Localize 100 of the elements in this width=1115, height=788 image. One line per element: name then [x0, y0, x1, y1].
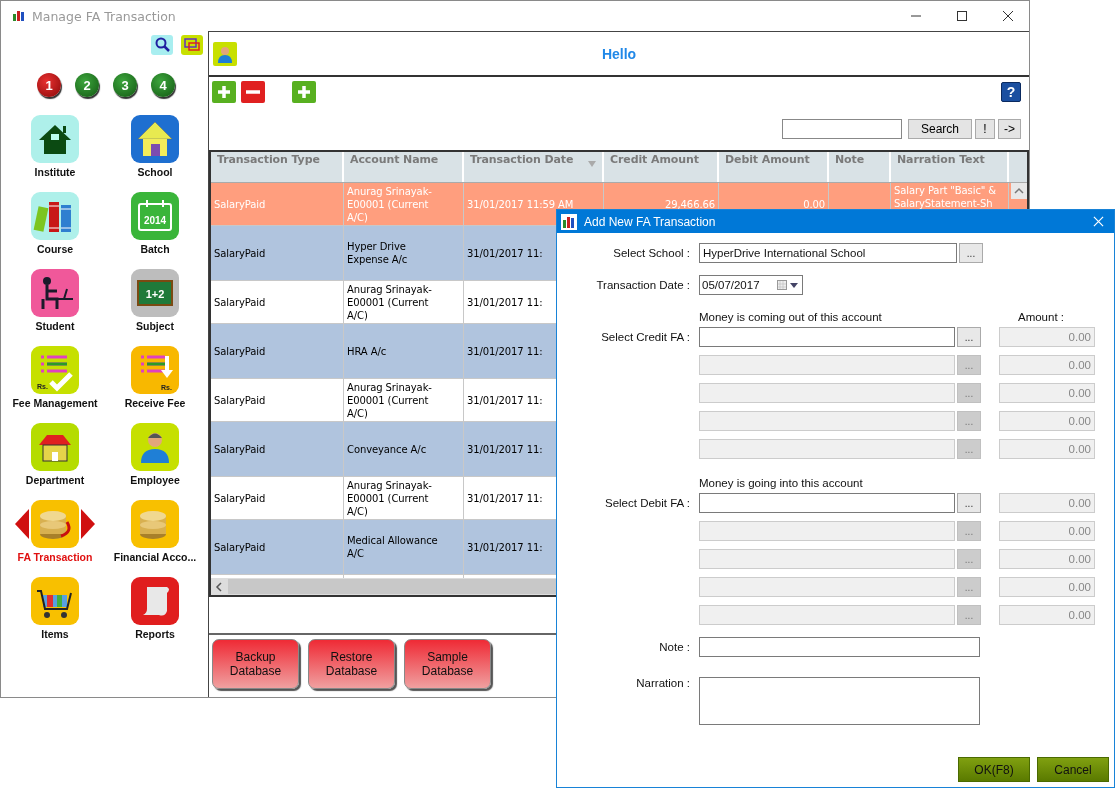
coins-icon: [31, 500, 79, 548]
amount-field[interactable]: 0.00: [999, 327, 1095, 347]
field-label: Select Debit FA :: [604, 497, 691, 509]
table-cell: SalaryPaid: [214, 344, 266, 358]
account-field[interactable]: [699, 493, 955, 513]
scroll-up-icon[interactable]: [1011, 183, 1027, 199]
greeting: Hello: [601, 45, 637, 62]
account-field[interactable]: [699, 327, 955, 347]
add-button[interactable]: [292, 81, 316, 103]
table-cell: 31/01/2017 11:: [467, 344, 543, 358]
page-button[interactable]: 4: [151, 73, 175, 97]
maximize-icon[interactable]: [957, 11, 967, 21]
window-title: Manage FA Transaction: [32, 8, 176, 24]
sidebar-item[interactable]: Course: [5, 192, 105, 269]
table-cell: 29,466.66: [665, 197, 715, 211]
table-cell: SalaryPaid: [214, 491, 266, 505]
table-cell: SalaryPaid: [214, 197, 266, 211]
app-icon: [561, 213, 577, 230]
search-button[interactable]: Search: [908, 119, 972, 139]
table-cell: 31/01/2017 11:: [467, 246, 543, 260]
table-cell: SalaryPaid: [214, 246, 266, 260]
app-icon: [13, 11, 25, 21]
table-cell: SalaryPaid: [214, 442, 266, 456]
person-at-desk-icon: [31, 269, 79, 317]
page-button[interactable]: 3: [113, 73, 137, 97]
toolbar-button[interactable]: !: [975, 119, 995, 139]
ok-button[interactable]: OK(F8): [958, 757, 1030, 782]
search-field[interactable]: [782, 119, 902, 139]
table-cell: SalaryPaid: [214, 295, 266, 309]
close-icon[interactable]: [1003, 11, 1013, 21]
chalkboard-icon: 1+2: [131, 269, 179, 317]
browse-button[interactable]: ...: [957, 493, 981, 513]
scroll-icon: [131, 577, 179, 625]
school-field[interactable]: HyperDrive International School: [699, 243, 957, 263]
right-arrow-icon: [81, 509, 95, 539]
database-button[interactable]: Sample Database: [404, 639, 491, 689]
house-icon: [131, 115, 179, 163]
toolbar-button[interactable]: ->: [998, 119, 1021, 139]
field-label: Note :: [658, 641, 691, 653]
field-label: Select School :: [612, 247, 691, 259]
cancel-button[interactable]: Cancel: [1037, 757, 1109, 782]
user-icon[interactable]: [213, 41, 237, 66]
windows-icon[interactable]: [181, 35, 203, 55]
house-icon: [31, 423, 79, 471]
section-caption: Money is coming out of this account: [699, 311, 882, 323]
table-cell: SalaryPaid: [214, 393, 266, 407]
page-button[interactable]: 2: [75, 73, 99, 97]
remove-button[interactable]: [241, 81, 265, 103]
scrollbar-thumb[interactable]: [228, 579, 558, 594]
browse-button[interactable]: ...: [957, 327, 981, 347]
note-field[interactable]: [699, 637, 980, 657]
date-picker[interactable]: 05/07/2017: [699, 275, 803, 295]
section-caption: Money is going into this account: [699, 477, 863, 489]
sidebar-item[interactable]: Department: [5, 423, 105, 500]
calendar-icon: [777, 280, 787, 290]
sidebar-item[interactable]: School: [105, 115, 205, 192]
house-icon: [31, 115, 79, 163]
add-button[interactable]: [212, 81, 236, 103]
calendar-icon: 2014: [131, 192, 179, 240]
table-cell: 31/01/2017 11:: [467, 540, 543, 554]
table-cell-text: Anurag Srinayak-E00001 (Current A/C): [347, 478, 433, 518]
cart-icon: [31, 577, 79, 625]
table-cell: 31/01/2017 11:59 AM: [467, 197, 574, 211]
sidebar-item[interactable]: 1+2 Subject: [105, 269, 205, 346]
amount-field[interactable]: 0.00: [999, 493, 1095, 513]
person-icon: [131, 423, 179, 471]
search-icon[interactable]: [151, 35, 173, 55]
left-arrow-icon: [15, 509, 29, 539]
table-cell-text: Salary Part "Basic" & SalaryStatement-Sh: [894, 184, 998, 210]
sidebar-item[interactable]: FA Transaction: [5, 500, 105, 577]
field-label: Transaction Date :: [595, 279, 691, 291]
coins-icon: [131, 500, 179, 548]
amount-label: Amount :: [1017, 311, 1064, 323]
table-cell-text: Hyper Drive Expense A/c: [347, 240, 409, 266]
sidebar-item[interactable]: Reports: [105, 577, 205, 654]
database-button[interactable]: Backup Database: [212, 639, 299, 689]
table-cell: SalaryPaid: [214, 540, 266, 554]
table-cell: HRA A/c: [347, 344, 387, 358]
sidebar-item[interactable]: Employee: [105, 423, 205, 500]
page-button[interactable]: 1: [37, 73, 61, 97]
browse-button[interactable]: ...: [959, 243, 983, 263]
field-label: Narration :: [635, 677, 691, 689]
table-cell-text: Anurag Srinayak-E00001 (Current A/C): [347, 380, 433, 420]
table-cell: 31/01/2017 11:: [467, 393, 543, 407]
table-cell: 31/01/2017 11:: [467, 295, 543, 309]
sidebar-item[interactable]: Student: [5, 269, 105, 346]
table-cell: Conveyance A/c: [347, 442, 427, 456]
table-cell-text: Anurag Srinayak-E00001 (Current A/C): [347, 184, 433, 224]
dialog-title: Add New FA Transaction: [584, 214, 716, 229]
table-cell: 0.00: [803, 197, 825, 211]
sidebar-item[interactable]: Items: [5, 577, 105, 654]
sidebar-item[interactable]: Institute: [5, 115, 105, 192]
help-button[interactable]: ?: [1001, 82, 1021, 102]
narration-field[interactable]: [699, 677, 980, 725]
sidebar-item[interactable]: Financial Acco...: [105, 500, 205, 577]
table-cell-text: Medical Allowance A/C: [347, 534, 439, 560]
database-button[interactable]: Restore Database: [308, 639, 395, 689]
sidebar-item[interactable]: 2014 Batch: [105, 192, 205, 269]
table-cell-text: Anurag Srinayak-E00001 (Current A/C): [347, 282, 433, 322]
books-icon: [31, 192, 79, 240]
